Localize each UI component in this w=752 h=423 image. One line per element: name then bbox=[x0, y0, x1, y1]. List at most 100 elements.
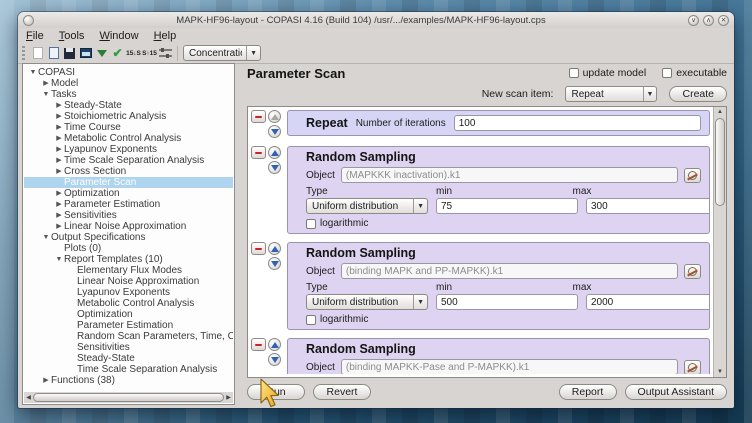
chevron-right-icon[interactable]: ▶ bbox=[54, 100, 64, 111]
scroll-left-icon[interactable]: ◀ bbox=[24, 394, 33, 401]
chevron-right-icon[interactable]: ▶ bbox=[41, 375, 51, 386]
run-button[interactable]: Run bbox=[247, 384, 305, 400]
apply-check-button[interactable]: ✔ bbox=[110, 45, 125, 62]
save-button[interactable] bbox=[62, 45, 77, 62]
scroll-down-icon[interactable]: ▼ bbox=[714, 367, 726, 377]
chevron-right-icon[interactable]: ▶ bbox=[54, 133, 64, 144]
chevron-right-icon[interactable]: ▶ bbox=[54, 166, 64, 177]
distribution-select[interactable]: Uniform distribution▼ bbox=[306, 294, 428, 310]
tree-item-sensitivities[interactable]: Sensitivities bbox=[24, 342, 233, 353]
new-scan-item-select[interactable]: Repeat ▼ bbox=[565, 86, 657, 102]
tree-item-linear-noise-approximation[interactable]: Linear Noise Approximation bbox=[24, 276, 233, 287]
output-assistant-button[interactable]: Output Assistant bbox=[625, 384, 727, 400]
tree-item-report-templates-10[interactable]: ▼Report Templates (10) bbox=[24, 254, 233, 265]
tree-item-lyapunov-exponents[interactable]: ▶Lyapunov Exponents bbox=[24, 144, 233, 155]
import-arrow-button[interactable] bbox=[94, 45, 109, 62]
logarithmic-checkbox[interactable]: logarithmic bbox=[306, 218, 701, 229]
move-item-down-button[interactable] bbox=[268, 125, 281, 138]
titlebar[interactable]: MAPK-HF96-layout - COPASI 4.16 (Build 10… bbox=[18, 12, 734, 28]
remove-scan-item-button[interactable] bbox=[251, 242, 266, 255]
particle-numbers-button[interactable]: 15↓S bbox=[126, 45, 141, 62]
executable-checkbox[interactable]: executable bbox=[662, 67, 727, 79]
tree-item-steady-state[interactable]: ▶Steady-State bbox=[24, 100, 233, 111]
move-item-up-button[interactable] bbox=[268, 242, 281, 255]
min-input[interactable] bbox=[436, 294, 578, 310]
move-item-up-button[interactable] bbox=[268, 338, 281, 351]
object-browse-button[interactable] bbox=[684, 264, 701, 279]
menu-file[interactable]: File bbox=[26, 30, 44, 42]
new-file-button[interactable] bbox=[30, 45, 45, 62]
create-button[interactable]: Create bbox=[669, 86, 727, 102]
tree-item-stoichiometric-analysis[interactable]: ▶Stoichiometric Analysis bbox=[24, 111, 233, 122]
menu-tools[interactable]: Tools bbox=[59, 30, 85, 42]
tree-item-output-specifications[interactable]: ▼Output Specifications bbox=[24, 232, 233, 243]
tree-item-model[interactable]: ▶Model bbox=[24, 78, 233, 89]
panel-splitter[interactable] bbox=[235, 63, 241, 405]
update-model-checkbox[interactable]: update model bbox=[569, 67, 647, 79]
tree-item-metabolic-control-analysis[interactable]: ▶Metabolic Control Analysis bbox=[24, 133, 233, 144]
object-field[interactable] bbox=[341, 263, 678, 279]
chevron-down-icon[interactable]: ▼ bbox=[41, 89, 51, 100]
remove-scan-item-button[interactable] bbox=[251, 338, 266, 351]
tree-item-plots-0[interactable]: Plots (0) bbox=[24, 243, 233, 254]
chevron-right-icon[interactable]: ▶ bbox=[54, 210, 64, 221]
chevron-right-icon[interactable]: ▶ bbox=[54, 199, 64, 210]
tree-item-cross-section[interactable]: ▶Cross Section bbox=[24, 166, 233, 177]
move-item-down-button[interactable] bbox=[268, 353, 281, 366]
export-image-button[interactable] bbox=[78, 45, 93, 62]
tree-horizontal-scrollbar[interactable]: ◀ ▶ bbox=[24, 392, 233, 403]
object-browse-button[interactable] bbox=[684, 168, 701, 183]
tree-item-random-scan-parameters-time-concentrations[interactable]: Random Scan Parameters, Time, Concentrat… bbox=[24, 331, 233, 342]
scroll-right-icon[interactable]: ▶ bbox=[224, 394, 233, 401]
scan-vertical-scrollbar[interactable]: ▲ ▼ bbox=[713, 107, 726, 377]
object-browse-button[interactable] bbox=[684, 360, 701, 375]
slider-button[interactable] bbox=[158, 45, 173, 62]
tree-item-copasi[interactable]: ▼COPASI bbox=[24, 67, 233, 78]
scrollbar-thumb[interactable] bbox=[715, 118, 725, 206]
tree-item-elementary-flux-modes[interactable]: Elementary Flux Modes bbox=[24, 265, 233, 276]
report-button[interactable]: Report bbox=[559, 384, 617, 400]
chevron-down-icon[interactable]: ▼ bbox=[41, 232, 51, 243]
logarithmic-checkbox[interactable]: logarithmic bbox=[306, 314, 701, 325]
close-button[interactable]: ✕ bbox=[718, 15, 729, 26]
maximize-button[interactable]: ∧ bbox=[703, 15, 714, 26]
move-item-up-button[interactable] bbox=[268, 146, 281, 159]
units-select[interactable]: Concentrations ▼ bbox=[183, 45, 261, 61]
tree-item-linear-noise-approximation[interactable]: ▶Linear Noise Approximation bbox=[24, 221, 233, 232]
distribution-select[interactable]: Uniform distribution▼ bbox=[306, 198, 428, 214]
tree-item-optimization[interactable]: ▶Optimization bbox=[24, 188, 233, 199]
revert-button[interactable]: Revert bbox=[313, 384, 371, 400]
tree-item-parameter-estimation[interactable]: ▶Parameter Estimation bbox=[24, 199, 233, 210]
menu-help[interactable]: Help bbox=[154, 30, 177, 42]
tree-item-lyapunov-exponents[interactable]: Lyapunov Exponents bbox=[24, 287, 233, 298]
tree-item-parameter-estimation[interactable]: Parameter Estimation bbox=[24, 320, 233, 331]
chevron-right-icon[interactable]: ▶ bbox=[54, 144, 64, 155]
open-file-button[interactable] bbox=[46, 45, 61, 62]
min-input[interactable] bbox=[436, 198, 578, 214]
tree-item-time-scale-separation-analysis[interactable]: ▶Time Scale Separation Analysis bbox=[24, 155, 233, 166]
object-field[interactable] bbox=[341, 359, 678, 374]
object-field[interactable] bbox=[341, 167, 678, 183]
chevron-right-icon[interactable]: ▶ bbox=[54, 111, 64, 122]
window-menu-icon[interactable] bbox=[23, 15, 34, 26]
tree-item-time-course[interactable]: ▶Time Course bbox=[24, 122, 233, 133]
toolbar-handle[interactable] bbox=[22, 46, 25, 60]
tree-item-optimization[interactable]: Optimization bbox=[24, 309, 233, 320]
remove-scan-item-button[interactable] bbox=[251, 110, 266, 123]
chevron-right-icon[interactable]: ▶ bbox=[54, 188, 64, 199]
chevron-down-icon[interactable]: ▼ bbox=[28, 67, 38, 78]
scroll-up-icon[interactable]: ▲ bbox=[714, 107, 726, 117]
move-item-down-button[interactable] bbox=[268, 161, 281, 174]
chevron-right-icon[interactable]: ▶ bbox=[54, 221, 64, 232]
menu-window[interactable]: Window bbox=[99, 30, 138, 42]
chevron-down-icon[interactable]: ▼ bbox=[54, 254, 64, 265]
chevron-right-icon[interactable]: ▶ bbox=[54, 122, 64, 133]
move-item-up-button[interactable] bbox=[268, 110, 281, 123]
tree-item-metabolic-control-analysis[interactable]: Metabolic Control Analysis bbox=[24, 298, 233, 309]
tree-item-steady-state[interactable]: Steady-State bbox=[24, 353, 233, 364]
remove-scan-item-button[interactable] bbox=[251, 146, 266, 159]
max-input[interactable] bbox=[586, 198, 710, 214]
minimize-button[interactable]: ∨ bbox=[688, 15, 699, 26]
chevron-right-icon[interactable]: ▶ bbox=[54, 155, 64, 166]
tree-item-tasks[interactable]: ▼Tasks bbox=[24, 89, 233, 100]
